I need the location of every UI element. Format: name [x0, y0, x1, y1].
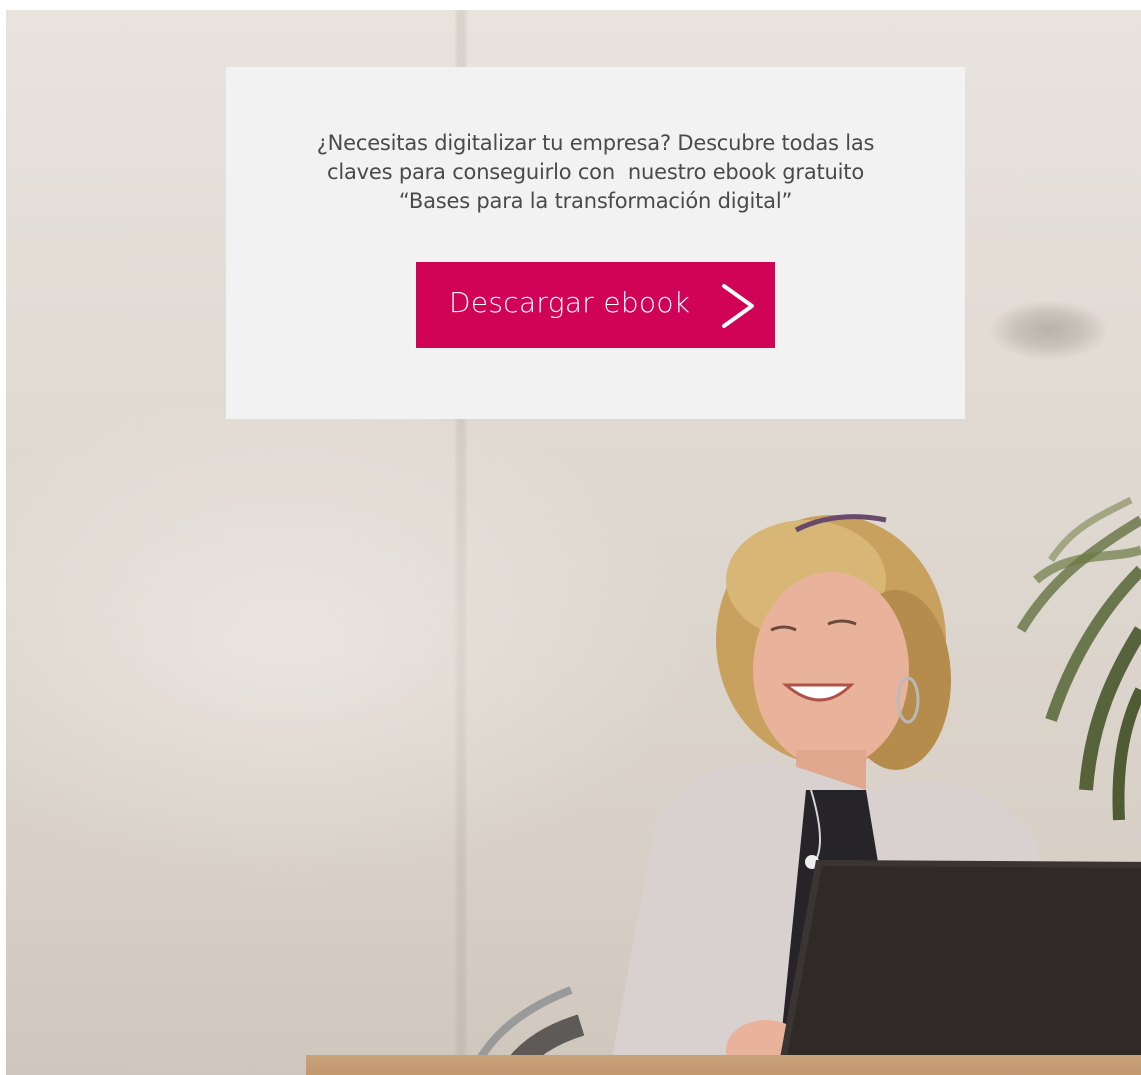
download-ebook-label: Descargar ebook — [449, 286, 691, 319]
laptop-illustration — [776, 860, 1141, 1075]
promo-text-line: claves para conseguirlo con nuestro eboo… — [327, 160, 864, 184]
promo-text: ¿Necesitas digitalizar tu empresa? Descu… — [246, 129, 945, 216]
table-surface — [306, 1055, 1141, 1075]
promo-text-line: ¿Necesitas digitalizar tu empresa? Descu… — [316, 131, 875, 155]
ebook-promo-card: ¿Necesitas digitalizar tu empresa? Descu… — [226, 67, 965, 419]
promo-text-line: “Bases para la transformación digital” — [398, 189, 793, 213]
download-ebook-button[interactable]: Descargar ebook — [416, 262, 775, 348]
chevron-right-icon — [722, 284, 754, 328]
promo-banner: ¿Necesitas digitalizar tu empresa? Descu… — [0, 0, 1141, 1075]
